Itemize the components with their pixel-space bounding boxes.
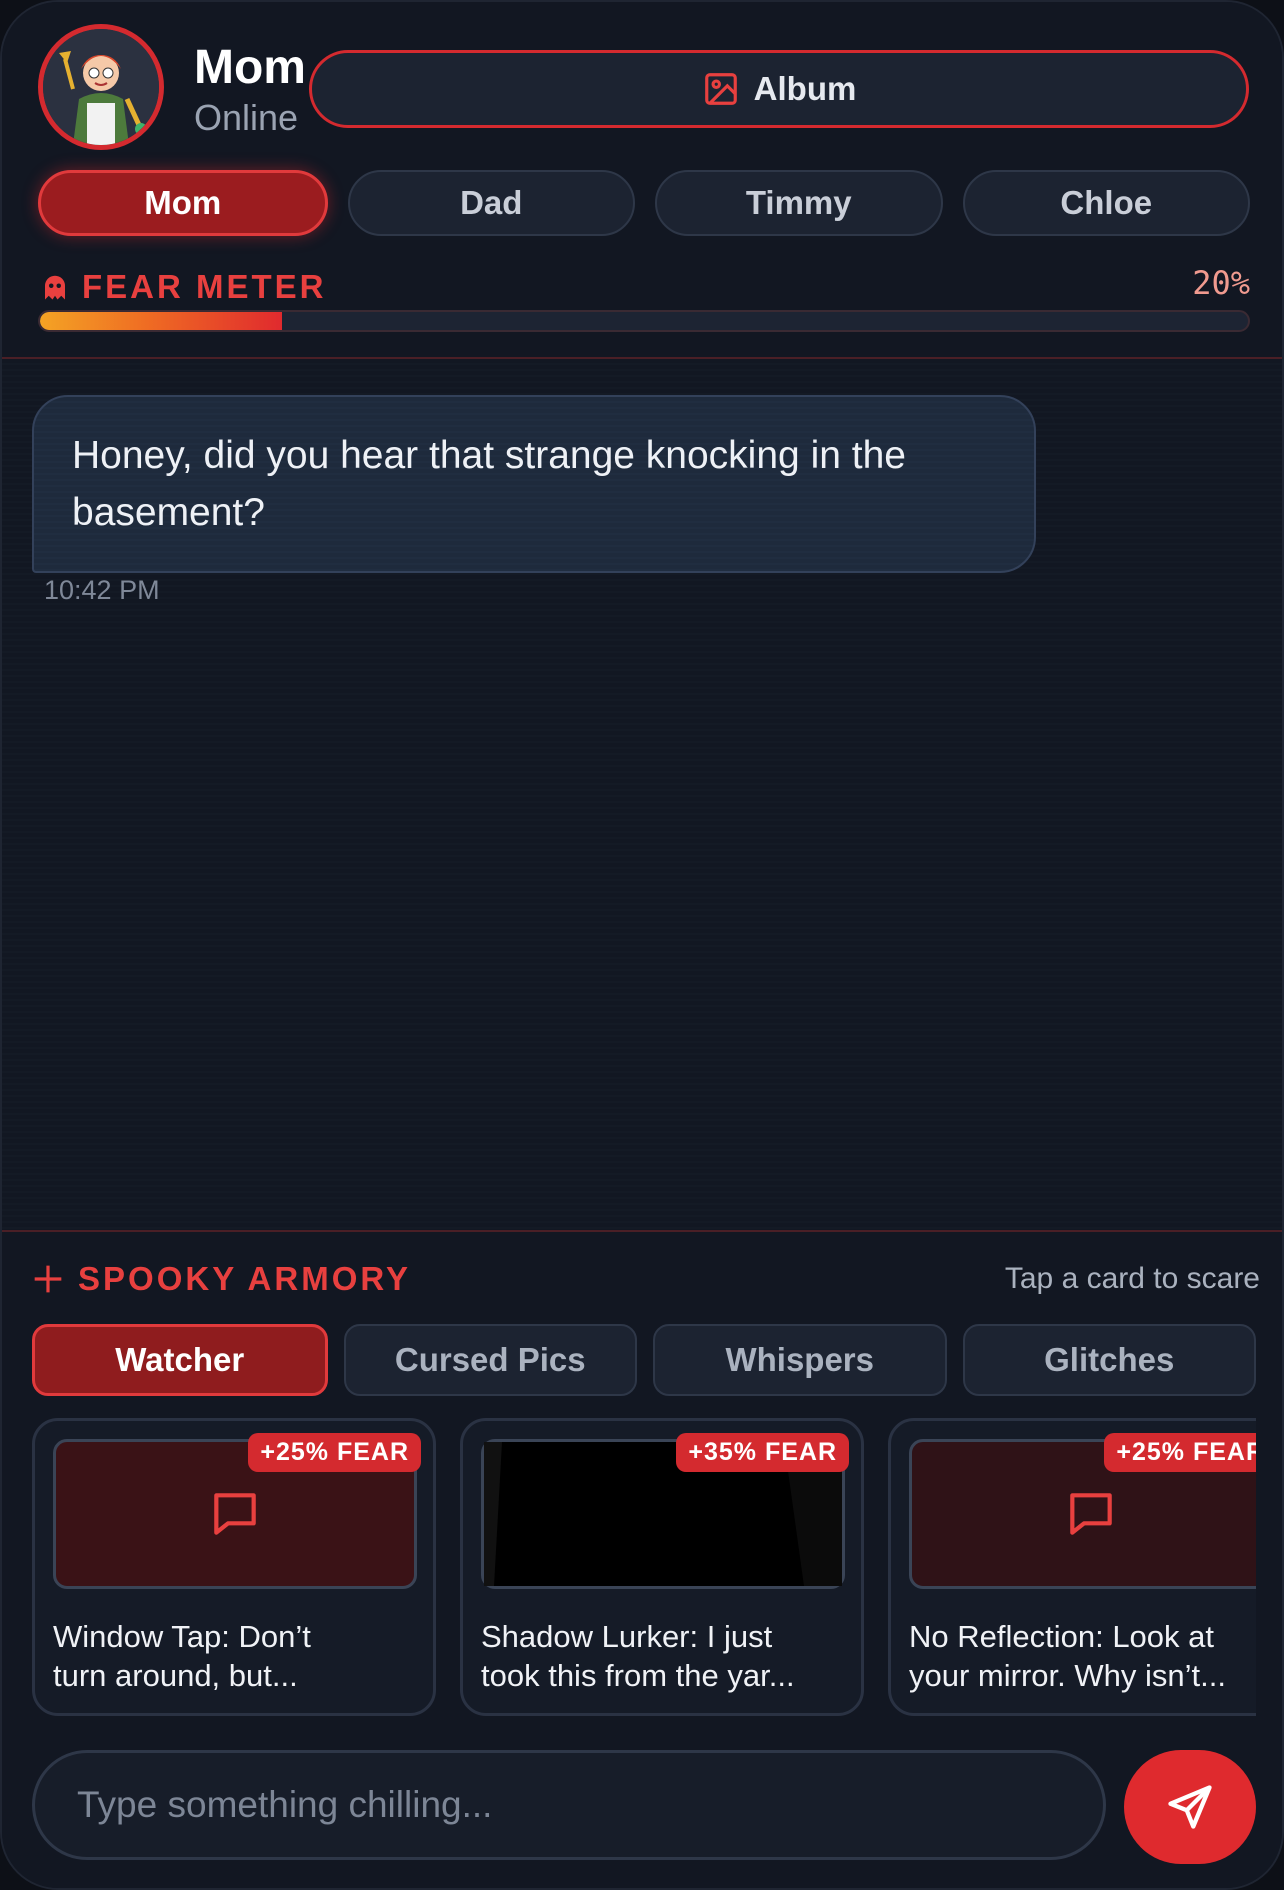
tab-watcher[interactable]: Watcher <box>32 1324 328 1396</box>
online-status: Online <box>194 97 299 138</box>
fear-meter-fill <box>40 312 282 330</box>
chat-bubble-icon <box>1070 1493 1112 1535</box>
album-label: Album <box>753 70 857 107</box>
card-caption-line: Shadow Lurker: I just <box>481 1619 773 1654</box>
card-caption-line: turn around, but... <box>53 1658 298 1693</box>
contact-name: Mom <box>194 41 306 94</box>
fear-meter-bar <box>38 310 1250 332</box>
scare-cards-carousel[interactable]: +25% FEAR Window Tap: Don’t turn around,… <box>32 1418 1256 1718</box>
fear-percent: 20% <box>1192 264 1250 302</box>
scare-card-window-tap[interactable]: +25% FEAR Window Tap: Don’t turn around,… <box>32 1418 436 1716</box>
message-bubble: Honey, did you hear that strange knockin… <box>32 395 1036 573</box>
plus-icon <box>34 1265 62 1293</box>
card-caption-line: Window Tap: Don’t <box>53 1619 311 1654</box>
armory-tabs: Watcher Cursed Pics Whispers Glitches <box>32 1324 1256 1396</box>
fear-badge: +35% FEAR <box>676 1433 849 1472</box>
card-caption-line: took this from the yar... <box>481 1658 795 1693</box>
scare-card-no-reflection[interactable]: +25% FEAR No Reflection: Look at your mi… <box>888 1418 1256 1716</box>
album-button[interactable]: Album <box>309 50 1249 128</box>
image-icon <box>704 73 737 105</box>
send-icon <box>1168 1785 1212 1829</box>
spooky-armory-panel: SPOOKY ARMORY Tap a card to scare Watche… <box>2 1230 1282 1888</box>
fear-badge: +25% FEAR <box>248 1433 421 1472</box>
armory-title: SPOOKY ARMORY <box>78 1260 411 1297</box>
tab-dad[interactable]: Dad <box>347 170 635 236</box>
scare-card-shadow-lurker[interactable]: +35% FEAR Shadow Lurker: I just took thi… <box>460 1418 864 1716</box>
contact-tabs: Mom Dad Timmy Chloe <box>38 170 1250 236</box>
tab-mom[interactable]: Mom <box>38 170 328 236</box>
card-caption-line: your mirror. Why isn’t... <box>909 1658 1226 1693</box>
card-caption: Window Tap: Don’t turn around, but... <box>53 1617 421 1695</box>
armory-hint: Tap a card to scare <box>1004 1262 1260 1295</box>
armory-header: SPOOKY ARMORY <box>32 1260 411 1298</box>
chat-header: Mom Online Album Mom Dad Timmy Chloe FEA… <box>2 2 1282 359</box>
message-input[interactable] <box>32 1750 1106 1860</box>
fear-meter-title: FEAR METER <box>82 268 327 305</box>
chat-bubble-icon <box>214 1493 256 1535</box>
app-frame: Mom Online Album Mom Dad Timmy Chloe FEA… <box>0 0 1284 1890</box>
tab-cursed-pics[interactable]: Cursed Pics <box>343 1324 637 1396</box>
fear-badge: +25% FEAR <box>1104 1433 1256 1472</box>
fear-meter-label: FEAR METER <box>40 268 327 306</box>
tab-timmy[interactable]: Timmy <box>655 170 943 236</box>
avatar[interactable] <box>38 24 164 150</box>
message-timestamp: 10:42 PM <box>44 575 160 605</box>
tab-chloe[interactable]: Chloe <box>962 170 1250 236</box>
tab-glitches[interactable]: Glitches <box>962 1324 1256 1396</box>
card-caption: Shadow Lurker: I just took this from the… <box>481 1617 849 1695</box>
send-button[interactable] <box>1124 1750 1256 1864</box>
ghost-icon <box>45 275 65 300</box>
card-caption: No Reflection: Look at your mirror. Why … <box>909 1617 1256 1695</box>
chat-area[interactable]: Honey, did you hear that strange knockin… <box>2 359 1282 1230</box>
mom-avatar-illustration <box>43 29 159 145</box>
card-caption-line: No Reflection: Look at <box>909 1619 1215 1654</box>
tab-whispers[interactable]: Whispers <box>653 1324 947 1396</box>
